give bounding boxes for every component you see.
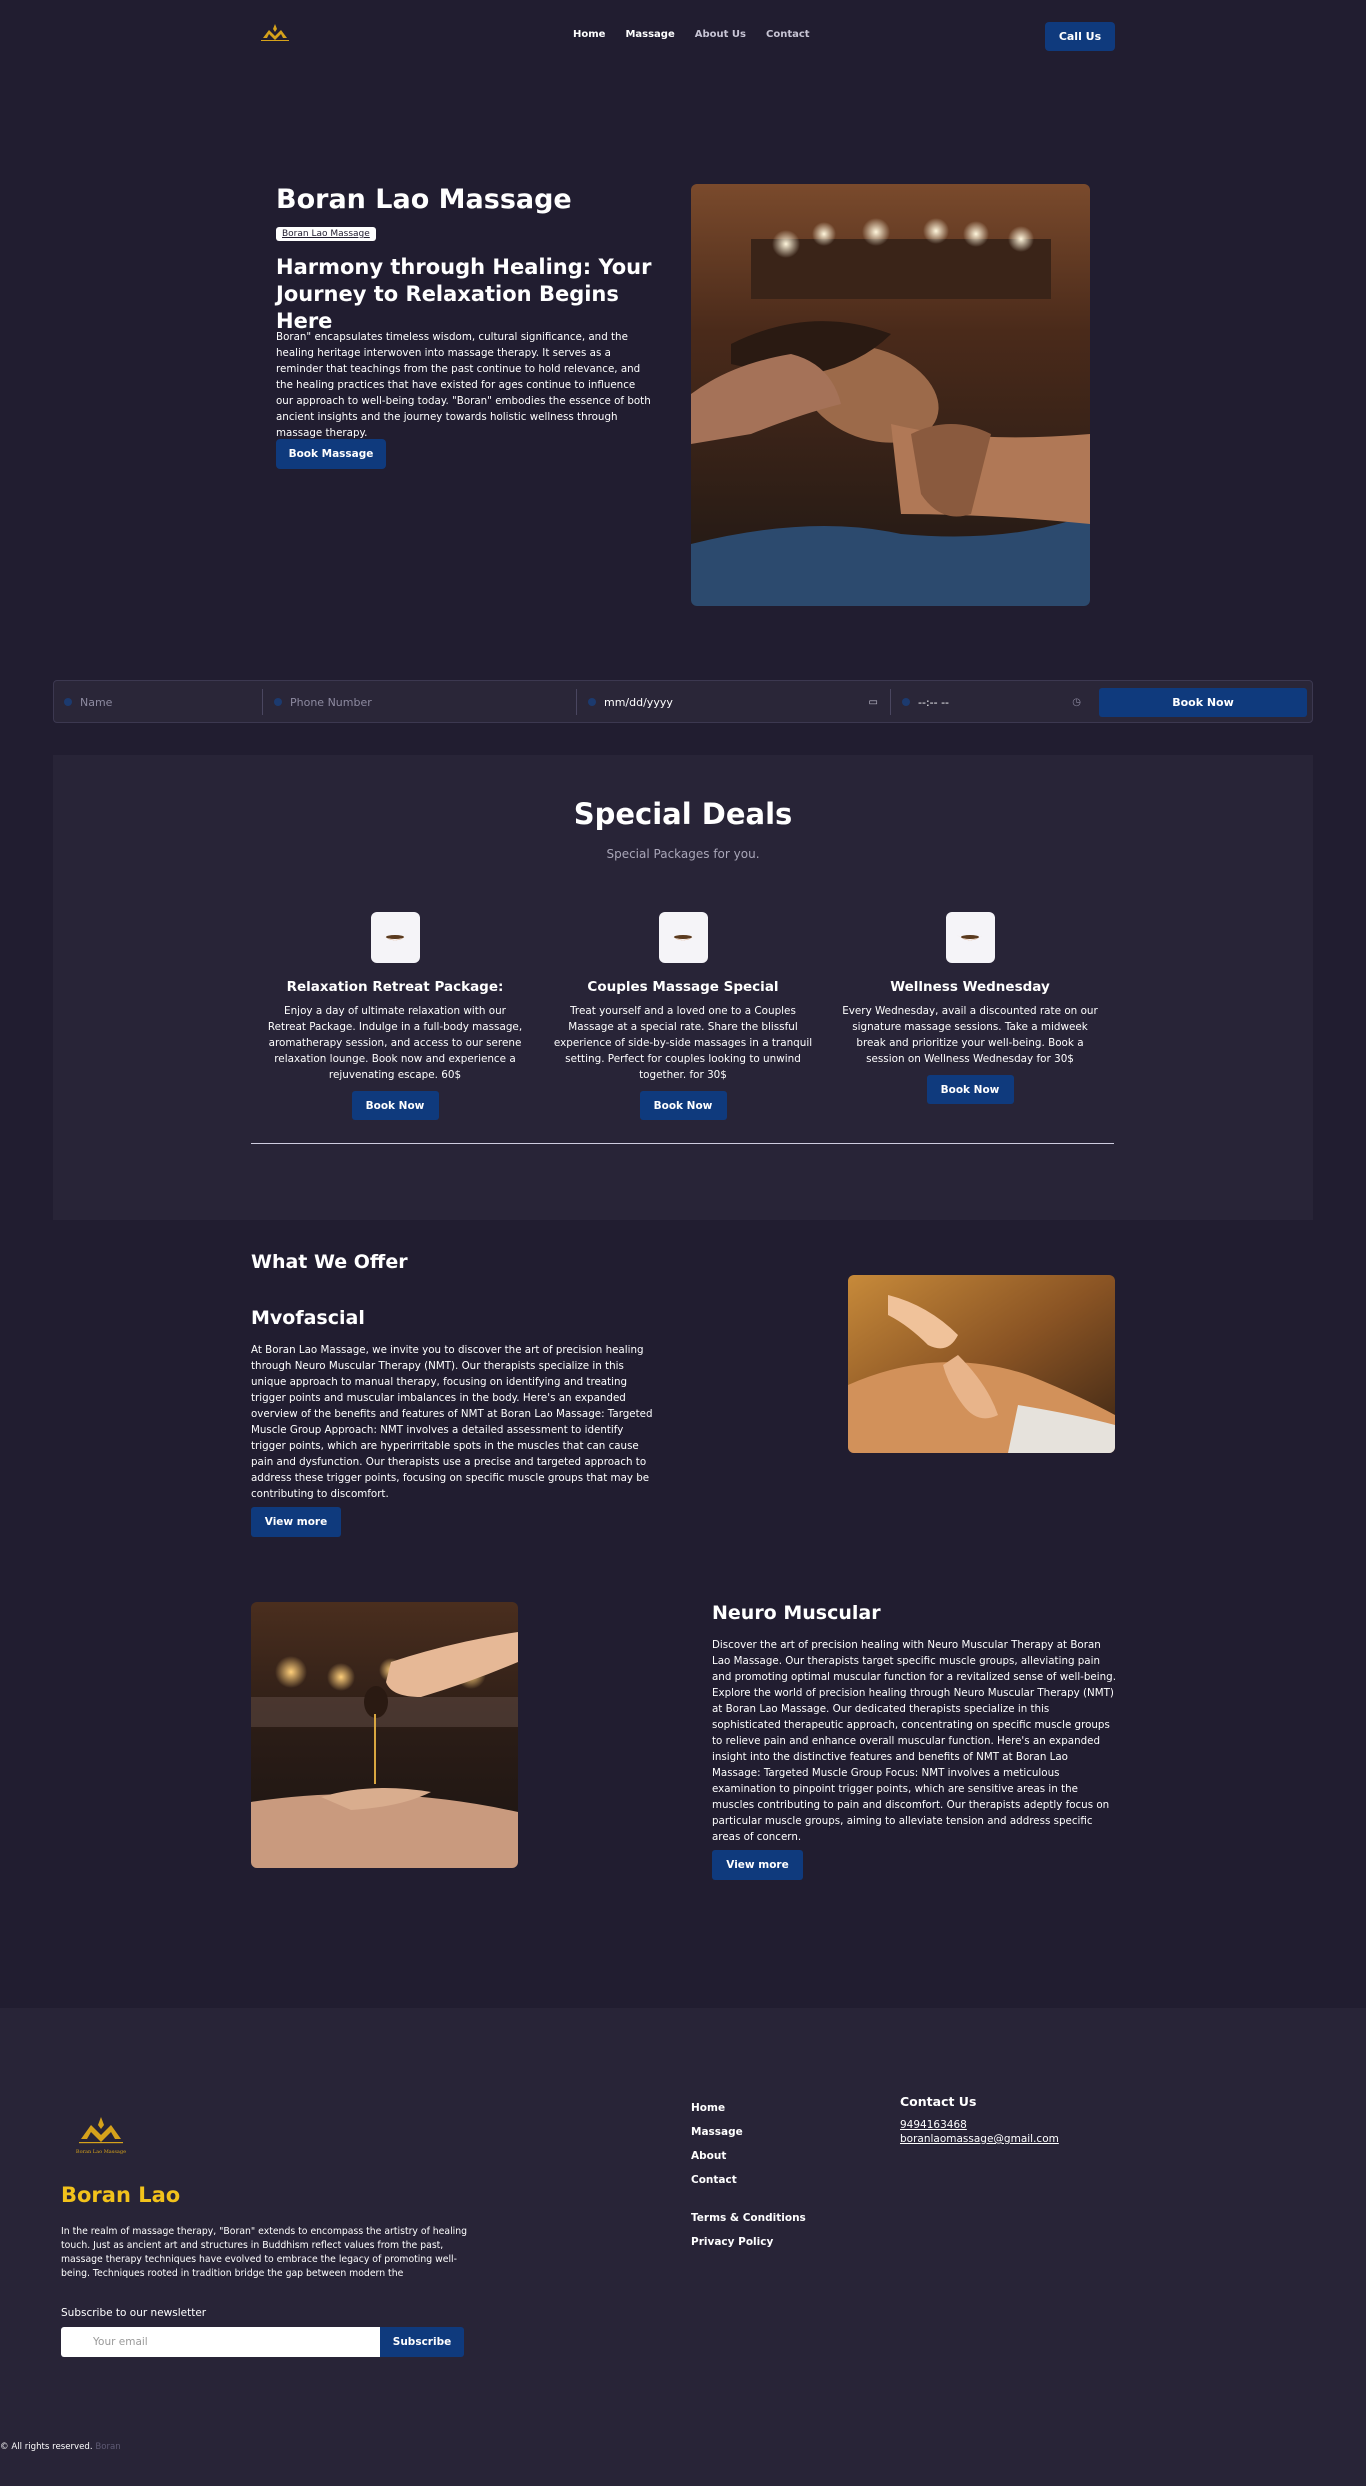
footer-logo-icon[interactable]: Boran Lao Massage bbox=[71, 2113, 131, 2161]
oil-massage-image bbox=[251, 1602, 518, 1868]
logo-icon[interactable] bbox=[255, 20, 295, 52]
footer-brand: Boran Lao bbox=[61, 2183, 181, 2207]
hero-massage-image bbox=[691, 184, 1090, 606]
nav-about-us[interactable]: About Us bbox=[695, 29, 746, 40]
service-text: Discover the art of precision healing wi… bbox=[712, 1639, 1116, 1843]
service-title: Mvofascial bbox=[251, 1307, 365, 1329]
newsletter-email-input[interactable] bbox=[61, 2327, 380, 2357]
calendar-icon bbox=[588, 698, 596, 706]
massage-stones-icon bbox=[370, 912, 420, 963]
footer-links: Home Massage About Contact Terms & Condi… bbox=[691, 2102, 806, 2260]
deal-text: Every Wednesday, avail a discounted rate… bbox=[842, 1005, 1098, 1065]
time-value: --:-- -- bbox=[918, 695, 950, 709]
user-icon bbox=[64, 698, 72, 706]
phone-icon bbox=[274, 698, 282, 706]
service-title: Neuro Muscular bbox=[712, 1602, 881, 1624]
footer-link-privacy[interactable]: Privacy Policy bbox=[691, 2236, 806, 2260]
divider bbox=[251, 1143, 1114, 1144]
divider bbox=[576, 689, 577, 715]
booking-book-now-button[interactable]: Book Now bbox=[1099, 688, 1307, 717]
nav-contact[interactable]: Contact bbox=[766, 29, 810, 40]
service-text: At Boran Lao Massage, we invite you to d… bbox=[251, 1344, 653, 1500]
deal-card: Relaxation Retreat Package: Enjoy a day … bbox=[265, 912, 525, 1120]
copyright-brand[interactable]: Boran bbox=[95, 2442, 120, 2452]
main-nav: Home Massage About Us Contact bbox=[573, 29, 810, 40]
contact-phone-link[interactable]: 9494163468 bbox=[900, 2119, 967, 2131]
nav-massage[interactable]: Massage bbox=[625, 29, 674, 40]
hero-description: Boran" encapsulates timeless wisdom, cul… bbox=[276, 331, 651, 439]
view-more-button[interactable]: View more bbox=[251, 1507, 341, 1537]
deal-card: Couples Massage Special Treat yourself a… bbox=[553, 912, 813, 1120]
deal-title: Relaxation Retreat Package: bbox=[286, 979, 504, 995]
footer-link-terms[interactable]: Terms & Conditions bbox=[691, 2212, 806, 2236]
footer-description: In the realm of massage therapy, "Boran"… bbox=[61, 2226, 468, 2279]
massage-stones-icon bbox=[658, 912, 708, 963]
deals-title: Special Deals bbox=[573, 797, 793, 831]
hero-tag[interactable]: Boran Lao Massage bbox=[276, 227, 376, 241]
phone-field[interactable]: Phone Number bbox=[274, 688, 574, 716]
special-deals-section: Special Deals Special Packages for you. … bbox=[53, 755, 1313, 1220]
clock-icon bbox=[902, 698, 910, 706]
deal-title: Couples Massage Special bbox=[587, 979, 779, 995]
deal-text: Enjoy a day of ultimate relaxation with … bbox=[267, 1005, 523, 1081]
subscribe-button[interactable]: Subscribe bbox=[380, 2327, 464, 2357]
site-footer: Boran Lao Massage Boran Lao In the realm… bbox=[0, 2008, 1366, 2486]
contact-title: Contact Us bbox=[900, 2094, 977, 2109]
site-header: Home Massage About Us Contact Call Us bbox=[0, 0, 1366, 72]
deals-subtitle: Special Packages for you. bbox=[606, 847, 760, 861]
book-massage-button[interactable]: Book Massage bbox=[276, 439, 386, 469]
hero-subtitle: Harmony through Healing: Your Journey to… bbox=[276, 255, 652, 333]
phone-placeholder: Phone Number bbox=[290, 695, 372, 709]
copyright: © All rights reserved. Boran bbox=[0, 2442, 121, 2452]
footer-logo-text: Boran Lao Massage bbox=[76, 2149, 126, 2155]
booking-form: Name Phone Number mm/dd/yyyy ▭ --:-- -- … bbox=[53, 680, 1313, 723]
offer-title: What We Offer bbox=[251, 1251, 408, 1273]
date-value: mm/dd/yyyy bbox=[604, 695, 673, 709]
footer-link-contact[interactable]: Contact bbox=[691, 2174, 806, 2198]
call-us-button[interactable]: Call Us bbox=[1045, 22, 1115, 51]
view-more-button[interactable]: View more bbox=[712, 1850, 803, 1880]
footer-link-massage[interactable]: Massage bbox=[691, 2126, 806, 2150]
time-field[interactable]: --:-- -- ◷ bbox=[902, 688, 1087, 716]
name-field[interactable]: Name bbox=[64, 688, 304, 716]
footer-link-about[interactable]: About bbox=[691, 2150, 806, 2174]
deal-title: Wellness Wednesday bbox=[890, 979, 1050, 995]
contact-email-link[interactable]: boranlaomassage@gmail.com bbox=[900, 2133, 1059, 2145]
deal-book-now-button[interactable]: Book Now bbox=[926, 1075, 1014, 1104]
newsletter-label: Subscribe to our newsletter bbox=[61, 2307, 207, 2319]
date-field[interactable]: mm/dd/yyyy ▭ bbox=[588, 688, 884, 716]
deal-card: Wellness Wednesday Every Wednesday, avai… bbox=[840, 912, 1100, 1104]
footer-link-home[interactable]: Home bbox=[691, 2102, 806, 2126]
divider bbox=[262, 689, 263, 715]
deal-book-now-button[interactable]: Book Now bbox=[639, 1091, 727, 1120]
time-picker-icon[interactable]: ◷ bbox=[1072, 697, 1081, 708]
hero-title: Boran Lao Massage bbox=[276, 184, 572, 215]
back-massage-image bbox=[848, 1275, 1115, 1453]
deal-text: Treat yourself and a loved one to a Coup… bbox=[553, 1005, 813, 1081]
deal-book-now-button[interactable]: Book Now bbox=[351, 1091, 439, 1120]
massage-stones-icon bbox=[945, 912, 995, 963]
divider bbox=[890, 689, 891, 715]
nav-home[interactable]: Home bbox=[573, 29, 605, 40]
calendar-picker-icon[interactable]: ▭ bbox=[869, 697, 878, 708]
name-placeholder: Name bbox=[80, 695, 113, 709]
copyright-text: © All rights reserved. bbox=[0, 2442, 93, 2452]
